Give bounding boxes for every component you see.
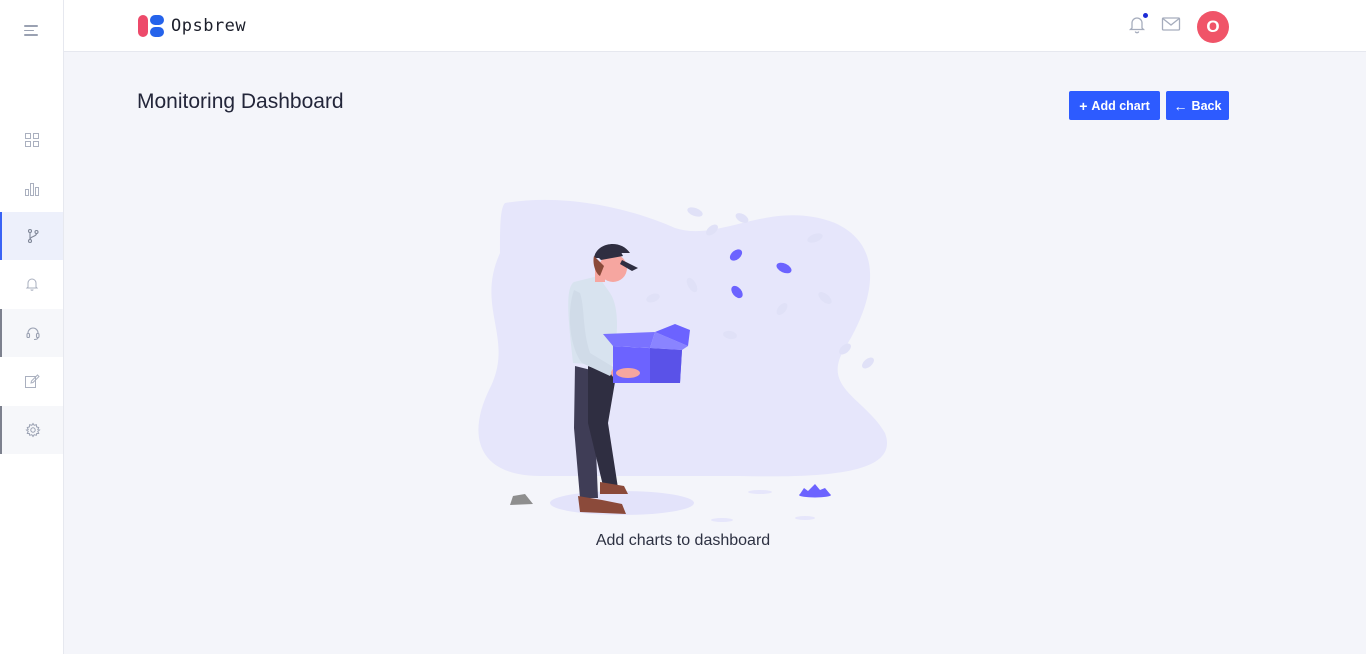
top-header: Opsbrew O [64, 0, 1366, 52]
arrow-left-icon: ← [1173, 97, 1188, 114]
opsbrew-logo-icon [138, 14, 165, 38]
plus-icon: + [1079, 97, 1088, 114]
git-branch-icon [27, 228, 39, 244]
menu-toggle-icon[interactable] [24, 25, 40, 39]
back-label: Back [1191, 98, 1222, 113]
notifications-button[interactable] [1127, 13, 1148, 34]
add-chart-label: Add chart [1091, 98, 1150, 113]
sidebar [0, 0, 64, 654]
empty-state-message: Add charts to dashboard [595, 532, 771, 549]
edit-icon [24, 374, 40, 388]
brand-name: Opsbrew [171, 16, 247, 36]
notification-dot [1143, 13, 1148, 18]
gear-icon [24, 422, 41, 438]
grid-icon [24, 133, 39, 147]
sidebar-item-editor[interactable] [0, 357, 63, 405]
mail-icon [1161, 17, 1181, 31]
sidebar-item-alerts[interactable] [0, 260, 63, 308]
sidebar-item-support[interactable] [0, 309, 63, 357]
headset-icon [25, 327, 40, 341]
sidebar-item-pipelines[interactable] [0, 212, 63, 260]
back-button[interactable]: ← Back [1166, 91, 1229, 120]
avatar[interactable]: O [1197, 11, 1229, 43]
sidebar-item-settings[interactable] [0, 406, 63, 454]
page-title: Monitoring Dashboard [137, 90, 344, 113]
bar-chart-icon [24, 183, 39, 196]
empty-state-illustration [478, 199, 888, 522]
sidebar-item-analytics[interactable] [0, 165, 63, 213]
sidebar-item-dashboard[interactable] [0, 116, 63, 164]
add-chart-button[interactable]: + Add chart [1069, 91, 1160, 120]
bell-icon [25, 278, 38, 291]
brand[interactable]: Opsbrew [138, 14, 246, 38]
messages-button[interactable] [1161, 14, 1181, 34]
